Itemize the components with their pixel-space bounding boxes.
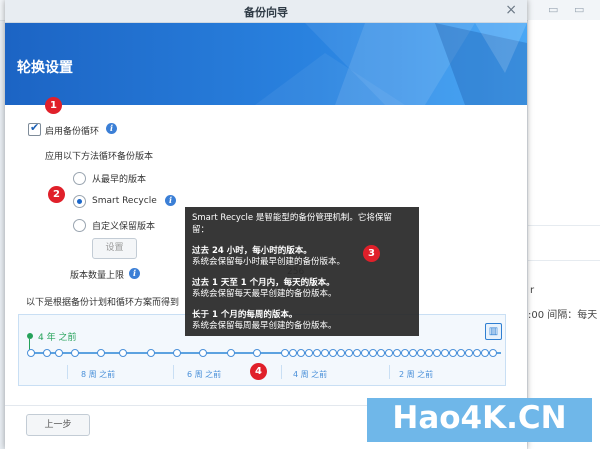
background-panel: r :00 间隔：每天: [528, 20, 600, 449]
annotation-badge-2: 2: [48, 186, 65, 203]
tooltip-intro-line2: 留：: [192, 225, 210, 235]
timeline-version-dot[interactable]: [481, 349, 489, 357]
timeline-version-dot[interactable]: [425, 349, 433, 357]
timeline-version-dot[interactable]: [353, 349, 361, 357]
option-smart-recycle-label: Smart Recycle: [92, 196, 157, 206]
window-icon[interactable]: ▭: [574, 3, 584, 16]
tooltip-rule2-title: 过去 1 天至 1 个月内，每天的版本。: [192, 278, 335, 288]
timeline-version-dot[interactable]: [329, 349, 337, 357]
settings-button[interactable]: 设置: [92, 238, 137, 259]
bookmark-icon[interactable]: ▭: [548, 3, 558, 16]
timeline-version-dot[interactable]: [173, 349, 181, 357]
timeline-version-dot[interactable]: [409, 349, 417, 357]
enable-rotation-checkbox[interactable]: ✔: [28, 121, 41, 136]
timeline-version-dot[interactable]: [401, 349, 409, 357]
smart-recycle-info-icon[interactable]: i: [165, 195, 176, 206]
dialog-title: 备份向导: [244, 6, 288, 19]
method-prompt: 应用以下方法循环备份版本: [45, 152, 154, 162]
radio-selected-dot: [77, 199, 82, 204]
timeline-separator: [281, 365, 282, 379]
timeline-intro: 以下是根据备份计划和循环方案而得到: [26, 298, 180, 308]
max-versions-info-icon[interactable]: i: [129, 268, 140, 279]
timeline-version-dot[interactable]: [337, 349, 345, 357]
timeline-version-dot[interactable]: [449, 349, 457, 357]
background-text-2: :00 间隔：每天: [528, 310, 598, 321]
smart-recycle-tooltip: Smart Recycle 是智能型的备份管理机制。它将保留 留： 过去 24 …: [185, 207, 419, 336]
max-versions-label: 版本数量上限: [70, 271, 125, 281]
timeline-version-dot[interactable]: [55, 349, 63, 357]
timeline-version-dot[interactable]: [321, 349, 329, 357]
background-text-1: r: [530, 285, 535, 296]
annotation-badge-1: 1: [45, 97, 62, 114]
timeline-separator: [389, 365, 390, 379]
timeline-version-dot[interactable]: [489, 349, 497, 357]
dialog-titlebar: 备份向导 ×: [5, 0, 527, 23]
timeline-version-dot[interactable]: [199, 349, 207, 357]
close-icon[interactable]: ×: [505, 2, 517, 18]
header-banner: 轮换设置: [5, 23, 527, 105]
timeline-version-dot[interactable]: [281, 349, 289, 357]
timeline-version-dot[interactable]: [27, 349, 35, 357]
timeline-start-marker: [27, 333, 33, 339]
timeline-version-dot[interactable]: [417, 349, 425, 357]
option-custom-label: 自定义保留版本: [92, 222, 156, 232]
timeline-version-dot[interactable]: [473, 349, 481, 357]
timeline-version-dot[interactable]: [119, 349, 127, 357]
timeline-version-dot[interactable]: [433, 349, 441, 357]
radio-earliest[interactable]: [73, 172, 86, 185]
page-title: 轮换设置: [17, 60, 73, 76]
timeline-mark-label: 4 周 之前: [293, 370, 328, 379]
timeline-version-dot[interactable]: [297, 349, 305, 357]
timeline-version-dot[interactable]: [43, 349, 51, 357]
tooltip-rule1-title: 过去 24 小时，每小时的版本。: [192, 246, 312, 256]
timeline-start-label: 4 年 之前: [38, 333, 77, 343]
timeline-version-dot[interactable]: [385, 349, 393, 357]
timeline-version-dot[interactable]: [457, 349, 465, 357]
timeline-separator: [67, 365, 68, 379]
timeline-mark-label: 2 周 之前: [399, 370, 434, 379]
option-earliest-label: 从最早的版本: [92, 175, 147, 185]
radio-custom[interactable]: [73, 219, 86, 232]
watermark: Hao4K.CN: [367, 398, 592, 442]
timeline-version-dot[interactable]: [361, 349, 369, 357]
timeline-version-dot[interactable]: [305, 349, 313, 357]
timeline-version-dot[interactable]: [345, 349, 353, 357]
back-button[interactable]: 上一步: [26, 414, 90, 436]
tooltip-rule3-title: 长于 1 个月的每周的版本。: [192, 310, 298, 320]
tooltip-rule3-desc: 系统会保留每周最早创建的备份版本。: [192, 321, 337, 331]
timeline-version-dot[interactable]: [313, 349, 321, 357]
timeline-separator: [173, 365, 174, 379]
tooltip-rule1-desc: 系统会保留每小时最早创建的备份版本。: [192, 257, 346, 267]
timeline-version-dot[interactable]: [147, 349, 155, 357]
watermark-text: Hao4K.CN: [392, 400, 567, 436]
timeline-version-dot[interactable]: [253, 349, 261, 357]
timeline-version-dot[interactable]: [97, 349, 105, 357]
timeline-version-dot[interactable]: [369, 349, 377, 357]
banner-pattern: [255, 23, 527, 105]
enable-rotation-label: 启用备份循环: [45, 127, 100, 137]
timeline-version-dot[interactable]: [441, 349, 449, 357]
timeline-version-dot[interactable]: [377, 349, 385, 357]
timeline-mark-label: 6 周 之前: [187, 370, 222, 379]
check-icon: ✔: [30, 121, 40, 134]
timeline-version-dot[interactable]: [71, 349, 79, 357]
timeline-version-dot[interactable]: [393, 349, 401, 357]
timeline-version-dot[interactable]: [227, 349, 235, 357]
backup-wizard-dialog: 备份向导 × 轮换设置 1 ✔ 启用备份循环 i 应用以下方法循环备份版本 从最…: [5, 0, 527, 449]
annotation-badge-3: 3: [363, 245, 380, 262]
timeline-mark-label: 8 周 之前: [81, 370, 116, 379]
timeline-version-dot[interactable]: [465, 349, 473, 357]
radio-smart-recycle[interactable]: [73, 195, 86, 208]
tooltip-rule2-desc: 系统会保留每天最早创建的备份版本。: [192, 289, 337, 299]
timeline-version-dot[interactable]: [289, 349, 297, 357]
calendar-icon[interactable]: ▥: [485, 323, 502, 340]
tooltip-intro-line1: Smart Recycle 是智能型的备份管理机制。它将保留: [192, 213, 392, 223]
annotation-badge-4: 4: [250, 363, 267, 380]
info-icon[interactable]: i: [106, 123, 117, 134]
